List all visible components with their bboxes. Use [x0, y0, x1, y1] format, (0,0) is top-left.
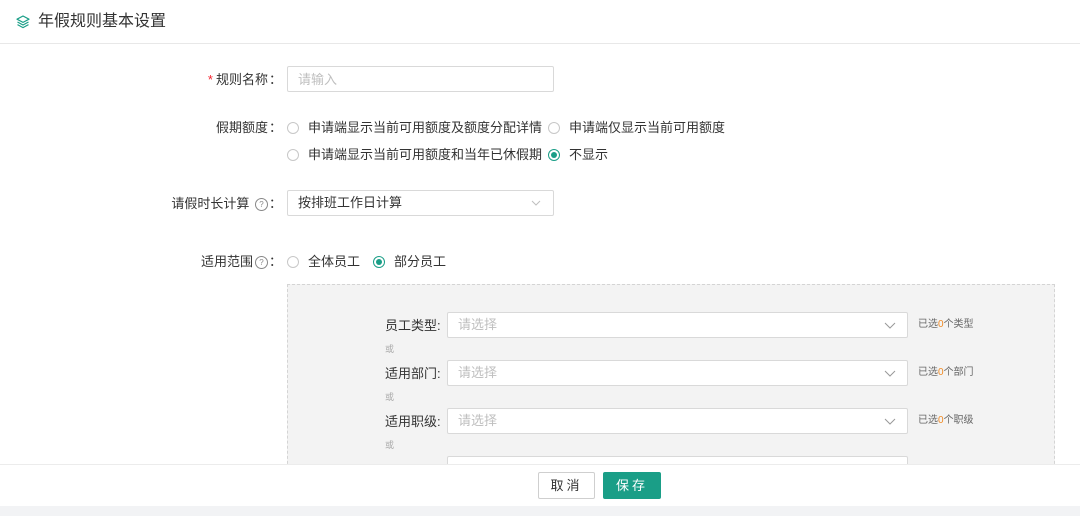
scope-label-text: 适用范围	[200, 254, 253, 269]
footer-action-bar: 取消 保存	[0, 464, 1080, 506]
cancel-button[interactable]: 取消	[538, 472, 595, 499]
employee-type-select[interactable]: 请选择	[447, 312, 908, 338]
hint-suffix: 个类型	[943, 319, 974, 330]
chevron-down-icon	[884, 418, 896, 425]
or-separator: 或	[385, 392, 395, 402]
rule-name-input[interactable]	[287, 66, 554, 92]
duration-select[interactable]: 按排班工作日计算	[287, 190, 554, 216]
hint-prefix: 已选	[918, 415, 938, 426]
department-select[interactable]: 请选择	[447, 360, 908, 386]
chevron-down-icon	[884, 370, 896, 377]
employee-type-label-text: 员工类型	[385, 318, 438, 333]
scope-option-label: 部分员工	[394, 254, 447, 269]
hint-suffix: 个职级	[943, 415, 974, 426]
radio-icon	[287, 122, 299, 134]
rule-name-label: * 规则名称：	[208, 70, 282, 90]
quota-option-available-only[interactable]: 申请端仅显示当前可用额度	[548, 120, 725, 136]
scope-filter-panel: 员工类型: 请选择 已选0个类型 或 适用部门: 请选择 已选0个部门 或 适用…	[287, 284, 1055, 474]
question-circle-icon[interactable]: ?	[254, 198, 268, 211]
radio-icon	[287, 149, 299, 161]
quota-label-text: 假期额度	[215, 120, 268, 135]
quota-label: 假期额度：	[216, 118, 282, 138]
job-level-placeholder: 请选择	[458, 413, 498, 428]
rule-name-label-text: 规则名称	[215, 72, 268, 87]
layers-icon	[16, 15, 30, 29]
chevron-down-icon	[884, 322, 896, 329]
radio-checked-icon	[548, 149, 560, 161]
employee-type-label: 员工类型:	[385, 316, 441, 336]
save-button[interactable]: 保存	[603, 472, 661, 499]
radio-checked-icon	[373, 256, 385, 268]
employee-type-placeholder: 请选择	[458, 317, 498, 332]
page-header: 年假规则基本设置	[0, 0, 1080, 44]
colon: :	[437, 318, 441, 333]
radio-icon	[548, 122, 560, 134]
scope-label: 适用范围?：	[201, 252, 282, 272]
quota-option-label: 申请端显示当前可用额度及额度分配详情	[308, 120, 543, 135]
duration-selected-value: 按排班工作日计算	[298, 195, 403, 210]
duration-label: 请假时长计算 ?：	[171, 194, 282, 214]
colon: ：	[268, 72, 282, 87]
quota-option-label: 申请端显示当前可用额度和当年已休假期	[308, 147, 543, 162]
department-count-hint: 已选0个部门	[918, 366, 974, 380]
required-mark: *	[207, 72, 213, 87]
scope-option-label: 全体员工	[308, 254, 361, 269]
employee-type-count-hint: 已选0个类型	[918, 318, 974, 332]
department-label-text: 适用部门	[385, 366, 438, 381]
hint-suffix: 个部门	[943, 367, 974, 378]
job-level-label-text: 适用职级	[385, 414, 438, 429]
quota-option-available-used[interactable]: 申请端显示当前可用额度和当年已休假期	[287, 147, 542, 163]
hint-prefix: 已选	[918, 367, 938, 378]
job-level-label: 适用职级:	[385, 412, 441, 432]
bottom-strip	[0, 506, 1080, 516]
job-level-count-hint: 已选0个职级	[918, 414, 974, 428]
chevron-down-icon	[531, 200, 541, 206]
colon: :	[437, 414, 441, 429]
quota-option-label: 不显示	[569, 147, 609, 162]
department-placeholder: 请选择	[458, 365, 498, 380]
colon: :	[437, 366, 441, 381]
quota-option-label: 申请端仅显示当前可用额度	[569, 120, 726, 135]
or-separator: 或	[385, 344, 395, 354]
question-circle-icon[interactable]: ?	[254, 256, 268, 269]
scope-option-partial[interactable]: 部分员工	[373, 254, 446, 270]
job-level-select[interactable]: 请选择	[447, 408, 908, 434]
page-title: 年假规则基本设置	[38, 13, 167, 30]
quota-option-hidden[interactable]: 不显示	[548, 147, 608, 163]
hint-prefix: 已选	[918, 319, 938, 330]
colon: ：	[268, 254, 282, 269]
duration-label-text: 请假时长计算	[171, 196, 250, 211]
radio-icon	[287, 256, 299, 268]
scope-option-all[interactable]: 全体员工	[287, 254, 360, 270]
department-label: 适用部门:	[385, 364, 441, 384]
or-separator: 或	[385, 440, 395, 450]
colon: ：	[268, 196, 282, 211]
quota-option-detail[interactable]: 申请端显示当前可用额度及额度分配详情	[287, 120, 542, 136]
colon: ：	[268, 120, 282, 135]
